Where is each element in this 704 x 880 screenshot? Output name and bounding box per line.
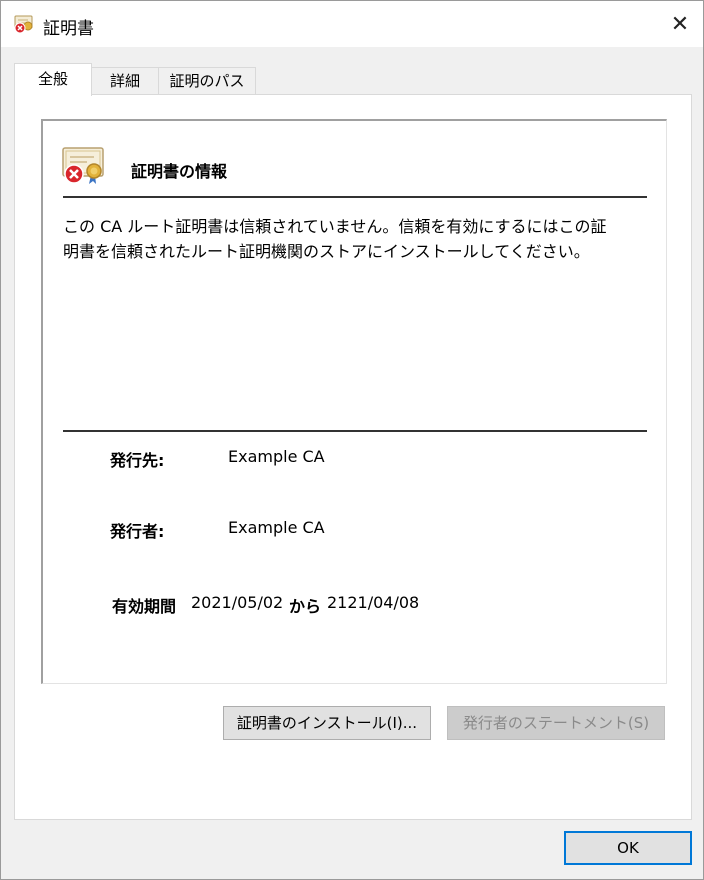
issued-to-label: 発行先: xyxy=(110,451,165,470)
close-icon: ✕ xyxy=(670,11,690,37)
issued-to-value: Example CA xyxy=(228,447,325,466)
tab-general[interactable]: 全般 xyxy=(14,63,92,96)
valid-from-date: 2021/05/02 xyxy=(191,593,284,612)
trust-warning-message: この CA ルート証明書は信頼されていません。信頼を有効にするにはこの証 明書を… xyxy=(63,214,623,264)
general-tab-panel: 証明書の情報 この CA ルート証明書は信頼されていません。信頼を有効にするには… xyxy=(14,94,692,820)
divider-top xyxy=(63,196,647,198)
message-line-1: この CA ルート証明書は信頼されていません。信頼を有効にするにはこの証 xyxy=(63,217,607,236)
tab-details[interactable]: 詳細 xyxy=(89,67,161,95)
ok-button[interactable]: OK xyxy=(564,831,692,865)
validity-label: 有効期間 xyxy=(112,597,177,616)
tab-certification-path[interactable]: 証明のパス xyxy=(158,67,256,95)
certificate-error-icon xyxy=(14,15,33,34)
certificate-error-icon xyxy=(62,147,104,184)
title-bar[interactable]: 証明書 ✕ xyxy=(1,1,703,47)
message-line-2: 明書を信頼されたルート証明機関のストアにインストールしてください。 xyxy=(63,242,590,261)
window-title: 証明書 xyxy=(43,19,94,39)
certificate-info-heading: 証明書の情報 xyxy=(131,162,228,181)
validity-from-to: から xyxy=(289,597,322,616)
issued-by-label: 発行者: xyxy=(110,522,165,541)
divider-bottom xyxy=(63,430,647,432)
install-certificate-button[interactable]: 証明書のインストール(I)... xyxy=(223,706,431,740)
close-button[interactable]: ✕ xyxy=(657,1,703,47)
issuer-statement-button[interactable]: 発行者のステートメント(S) xyxy=(447,706,665,740)
certificate-info-box: 証明書の情報 この CA ルート証明書は信頼されていません。信頼を有効にするには… xyxy=(41,119,667,684)
valid-to-date: 2121/04/08 xyxy=(327,593,420,612)
certificate-dialog: 証明書 ✕ 全般 詳細 証明のパス 証明書の情報 この CA ルート証明書は信頼… xyxy=(0,0,704,880)
issued-by-value: Example CA xyxy=(228,518,325,537)
